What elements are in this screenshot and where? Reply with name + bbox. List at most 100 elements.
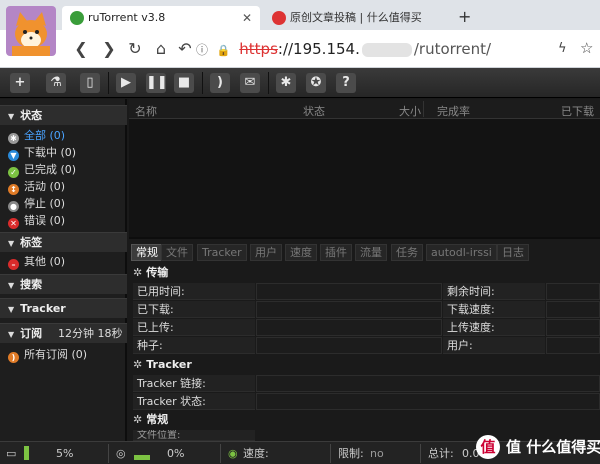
- tab-smzdm[interactable]: 原创文章投稿 | 什么值得买: [264, 6, 450, 30]
- label-tracker-url: Tracker 链接:: [133, 375, 255, 392]
- disk-usage-value: 5%: [56, 447, 74, 460]
- new-tab-button[interactable]: +: [458, 7, 471, 26]
- gear-icon: ✲: [133, 266, 143, 279]
- value-downloaded: [256, 301, 442, 318]
- tab-trackers[interactable]: Tracker: [197, 244, 247, 261]
- status-divider: [220, 444, 221, 463]
- sidebar-item-all[interactable]: ✱ 全部 (0): [8, 128, 65, 144]
- tab-general[interactable]: 常规: [131, 244, 163, 261]
- sidebar-item-label: 停止 (0): [24, 197, 66, 210]
- plugin-icon[interactable]: ✪: [306, 73, 326, 93]
- column-header-status[interactable]: 状态: [303, 103, 325, 119]
- url-path: /rutorrent/: [413, 40, 492, 58]
- cpu-usage-value: 0%: [167, 447, 185, 460]
- trash-icon[interactable]: ▯: [80, 73, 100, 93]
- status-divider: [330, 444, 331, 463]
- tab-autodl-irssi[interactable]: autodl-irssi: [426, 244, 497, 261]
- tab-peers[interactable]: 用户: [250, 244, 282, 261]
- tab-rutorrent[interactable]: ruTorrent v3.8 ✕: [62, 6, 260, 30]
- toolbar-divider: [268, 72, 269, 94]
- column-header-done[interactable]: 完成率: [437, 103, 470, 119]
- rss-icon: ): [8, 352, 19, 363]
- value-uploaded: [256, 319, 442, 336]
- sidebar-item-error[interactable]: ✕ 错误 (0): [8, 213, 65, 229]
- limit-label: 限制:: [338, 447, 364, 460]
- reload-icon[interactable]: ↻: [124, 38, 146, 60]
- column-header-downloaded[interactable]: 已下载: [561, 103, 594, 119]
- stop-icon[interactable]: ■: [174, 73, 194, 93]
- column-header-name[interactable]: 名称: [135, 103, 157, 119]
- collapse-arrow-icon: ▼: [8, 239, 15, 248]
- back-icon[interactable]: ❮: [70, 38, 92, 60]
- sidebar-section-tracker[interactable]: ▼ Tracker: [0, 298, 127, 318]
- redacted-ip: [361, 42, 412, 57]
- group-transfer: ✲ 传输: [133, 265, 168, 281]
- section-title: 搜索: [20, 278, 43, 291]
- browser-nav-bar: ❮ ❯ ↻ ⌂ ↶ ⓘ 🔒 https://195.154. /rutorrent…: [0, 30, 600, 68]
- sidebar-item-downloading[interactable]: ▼ 下载中 (0): [8, 145, 76, 161]
- tab-files[interactable]: 文件: [161, 244, 193, 261]
- active-icon: ↕: [8, 184, 19, 195]
- sidebar-section-labels[interactable]: ▼ 标签: [0, 232, 127, 252]
- sidebar-item-label: 活动 (0): [24, 180, 66, 193]
- flask-icon[interactable]: ⚗: [46, 73, 66, 93]
- tab-title: 原创文章投稿 | 什么值得买: [290, 11, 422, 24]
- gear-icon: ✲: [133, 413, 143, 426]
- sidebar-section-status[interactable]: ▼ 状态: [0, 105, 127, 125]
- add-torrent-icon[interactable]: +: [10, 73, 30, 93]
- chat-icon[interactable]: ✉: [240, 73, 260, 93]
- status-divider: [420, 444, 421, 463]
- sidebar-item-stopped[interactable]: ● 停止 (0): [8, 196, 65, 212]
- tab-speed[interactable]: 速度: [285, 244, 317, 261]
- tab-traffic[interactable]: 流量: [355, 244, 387, 261]
- sidebar-item-all-feeds[interactable]: ) 所有订阅 (0): [8, 347, 87, 363]
- tab-log[interactable]: 日志: [497, 244, 529, 261]
- label-save-path: 文件位置:: [133, 430, 255, 441]
- avatar[interactable]: [6, 6, 56, 56]
- pause-icon[interactable]: ❚❚: [146, 73, 168, 93]
- watermark-text: 值 什么值得买: [506, 438, 600, 456]
- start-icon[interactable]: ▶: [116, 73, 136, 93]
- value-up-speed: [546, 319, 600, 336]
- sidebar-item-label: 错误 (0): [24, 214, 66, 227]
- tab-tasks[interactable]: 任务: [391, 244, 423, 261]
- bolt-icon[interactable]: ϟ: [558, 41, 567, 56]
- forward-icon[interactable]: ❯: [98, 38, 120, 60]
- speed-label: 速度:: [243, 447, 269, 460]
- value-peers: [546, 337, 600, 354]
- rss-icon[interactable]: ): [210, 73, 230, 93]
- tab-title: ruTorrent v3.8: [88, 11, 166, 24]
- sidebar-section-search[interactable]: ▼ 搜索: [0, 274, 127, 294]
- sidebar-item-active[interactable]: ↕ 活动 (0): [8, 179, 65, 195]
- torrent-list[interactable]: 名称 状态 大小 完成率 已下载: [129, 99, 600, 237]
- value-tracker-status: [256, 393, 600, 410]
- sidebar-item-completed[interactable]: ✓ 已完成 (0): [8, 162, 76, 178]
- sidebar-section-feeds[interactable]: ▼ 订阅 12分钟 18秒: [0, 323, 127, 343]
- torrent-list-header: 名称 状态 大小 完成率 已下载: [129, 99, 600, 119]
- info-icon: ⓘ: [196, 43, 209, 57]
- address-bar[interactable]: ⓘ 🔒 https://195.154. /rutorrent/: [196, 37, 600, 61]
- sidebar-item-label: 已完成 (0): [24, 163, 77, 176]
- collapse-arrow-icon: ▼: [8, 112, 15, 121]
- column-header-size[interactable]: 大小: [399, 103, 421, 119]
- undo-icon[interactable]: ↶: [174, 38, 196, 60]
- stop-icon: ●: [8, 201, 19, 212]
- bookmark-star-icon[interactable]: ☆: [580, 39, 593, 57]
- limit-value[interactable]: no: [370, 446, 384, 461]
- close-icon[interactable]: ✕: [242, 6, 252, 30]
- settings-icon[interactable]: ✱: [276, 73, 296, 93]
- rutorrent-toolbar: + ⚗ ▯ ▶ ❚❚ ■ ) ✉ ✱ ✪ ?: [0, 68, 600, 98]
- group-title: 常规: [146, 413, 169, 426]
- tab-plugins[interactable]: 插件: [320, 244, 352, 261]
- sidebar-item-label: 下载中 (0): [24, 146, 77, 159]
- value-tracker-url: [256, 375, 600, 392]
- section-title: Tracker: [20, 302, 66, 315]
- error-icon: ✕: [8, 218, 19, 229]
- group-tracker: ✲ Tracker: [133, 357, 192, 373]
- home-icon[interactable]: ⌂: [150, 38, 172, 60]
- sidebar-item-other[interactable]: – 其他 (0): [8, 254, 65, 270]
- help-icon[interactable]: ?: [336, 73, 356, 93]
- watermark-logo: 值: [476, 435, 500, 459]
- feeds-timer: 12分钟 18秒: [58, 327, 123, 340]
- collapse-arrow-icon: ▼: [8, 305, 15, 314]
